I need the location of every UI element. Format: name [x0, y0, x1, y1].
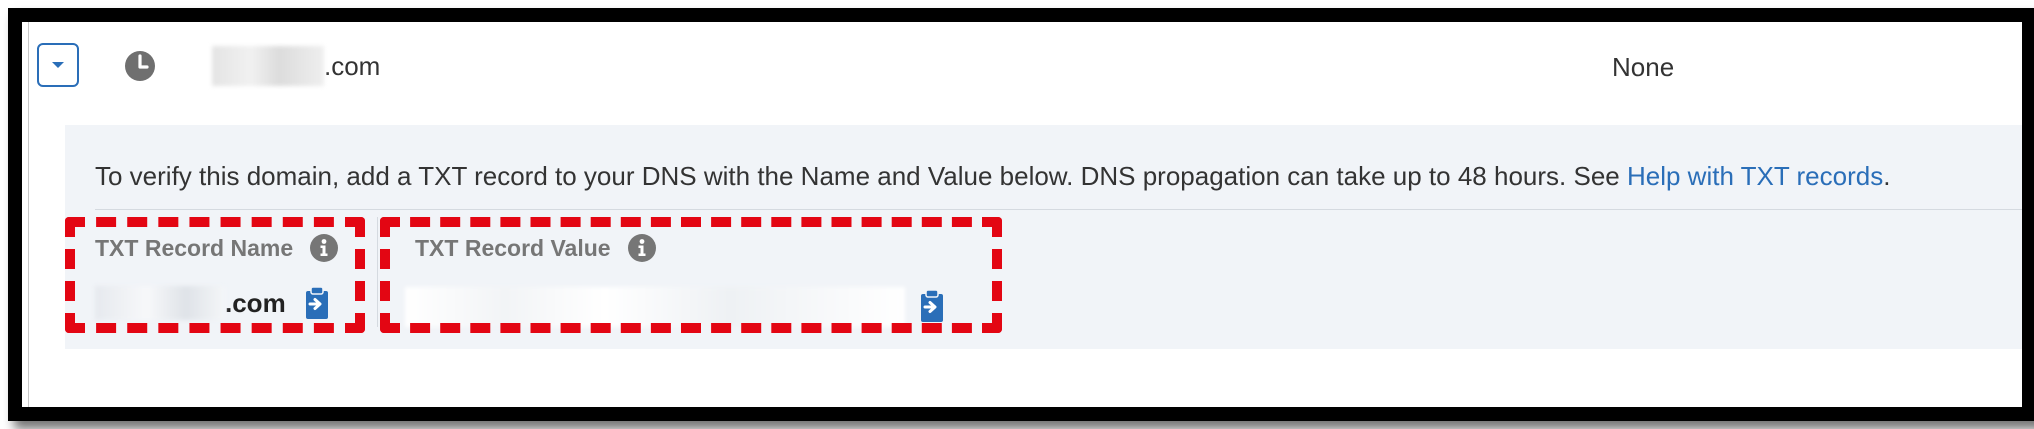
domain-suffix: .com: [324, 50, 381, 81]
redacted-domain: [212, 46, 324, 86]
highlight-box-record-name: [65, 217, 365, 333]
panel-divider: [95, 209, 2022, 210]
row-border: [28, 22, 29, 407]
screenshot-frame: .com None To verify this domain, add a T…: [8, 8, 2034, 421]
clock-icon: [125, 51, 155, 81]
verification-message: To verify this domain, add a TXT record …: [95, 161, 1890, 192]
chevron-down-icon: [52, 62, 64, 68]
help-txt-records-link[interactable]: Help with TXT records: [1627, 161, 1883, 191]
column-divider: [377, 217, 378, 327]
highlight-box-record-value: [380, 217, 1002, 333]
status-value: None: [1612, 52, 1675, 82]
expand-row-button[interactable]: [37, 43, 79, 87]
message-text: To verify this domain, add a TXT record …: [95, 161, 1627, 191]
message-end: .: [1883, 161, 1891, 191]
domain-name: .com: [212, 46, 381, 86]
